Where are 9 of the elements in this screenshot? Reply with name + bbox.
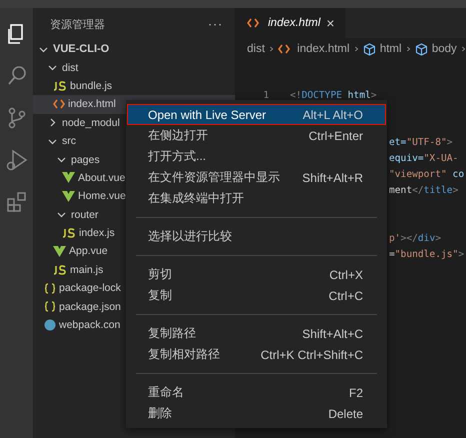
code-line: <!DOCTYPE html> [290, 89, 377, 103]
code-line: et="UTF-8"> [389, 136, 453, 150]
sidebar-title: 资源管理器 [50, 18, 105, 32]
line-number: 1 [262, 89, 269, 103]
code-line: equiv="X-UA- [389, 152, 458, 166]
code-line: ment</title> [389, 184, 458, 198]
code-line: ="bundle.js"> [389, 248, 464, 262]
code-line: "viewport" co [389, 168, 464, 182]
code-line: p'></div> [389, 232, 442, 246]
